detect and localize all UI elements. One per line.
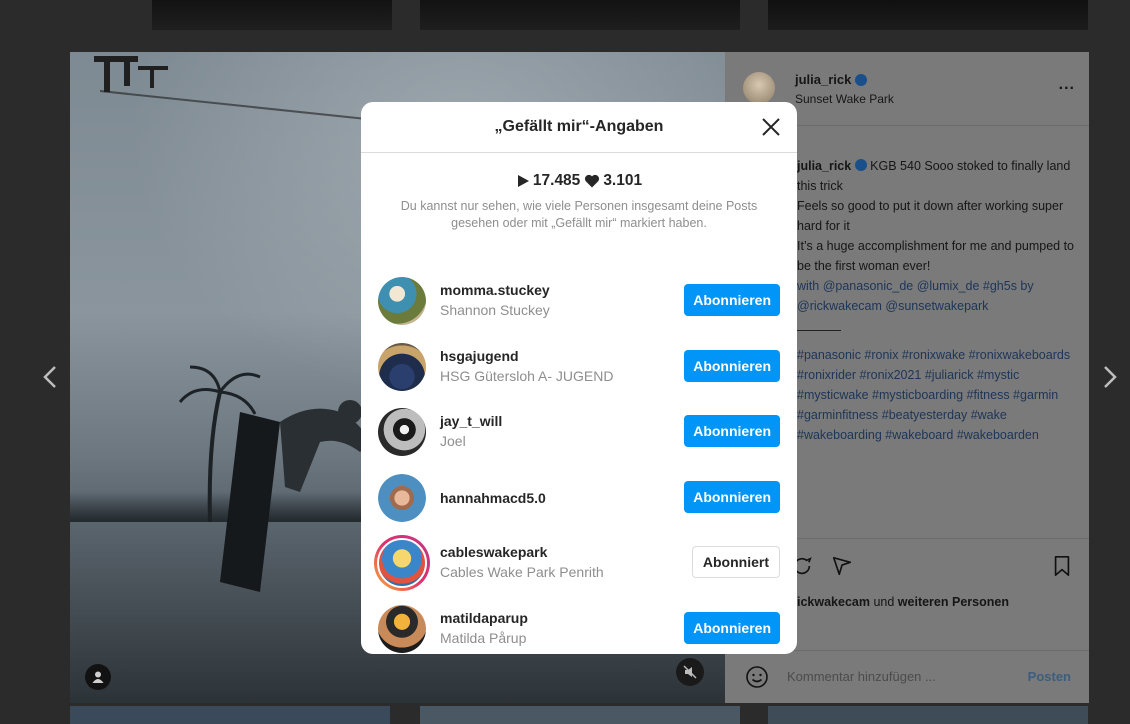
- full-name: Shannon Stuckey: [440, 302, 550, 318]
- follow-button[interactable]: Abonnieren: [684, 611, 780, 644]
- stats-note: Du kannst nur sehen, wie viele Personen …: [400, 199, 758, 230]
- previous-post-button[interactable]: [40, 362, 60, 392]
- list-item: hannahmacd5.0 Abonnieren: [361, 466, 797, 532]
- bookmark-icon[interactable]: [1051, 555, 1073, 577]
- verified-badge-icon: [855, 73, 868, 86]
- grid-thumbnail[interactable]: [152, 0, 392, 30]
- list-item: hsgajugend HSG Gütersloh A- JUGEND Abonn…: [361, 335, 797, 401]
- avatar[interactable]: [378, 277, 426, 325]
- views-stat: 17.485: [516, 172, 580, 190]
- avatar[interactable]: [378, 342, 426, 391]
- caption-divider: [797, 330, 841, 331]
- author-username[interactable]: julia_rick: [795, 72, 868, 87]
- follow-button[interactable]: Abonnieren: [684, 284, 780, 316]
- avatar-story-ring[interactable]: [374, 535, 430, 591]
- likes-stat: 3.101: [584, 172, 642, 190]
- comment-input[interactable]: Kommentar hinzufügen ...: [787, 669, 936, 684]
- grid-thumbnail[interactable]: [420, 706, 740, 724]
- post-location[interactable]: Sunset Wake Park: [795, 92, 894, 106]
- following-button[interactable]: Abonniert: [691, 546, 780, 578]
- comment-bar: Kommentar hinzufügen ... Posten: [725, 650, 1089, 703]
- likes-user-list: momma.stuckey Shannon Stuckey Abonnieren…: [361, 269, 797, 654]
- username[interactable]: hsgajugend: [440, 348, 519, 364]
- likes-first-user[interactable]: ickwakecam: [797, 595, 870, 609]
- caption-hashtags[interactable]: #panasonic #ronix #ronixwake #ronixwakeb…: [797, 348, 1070, 442]
- author-avatar[interactable]: [743, 72, 775, 104]
- avatar[interactable]: [378, 473, 426, 522]
- likes-count: 3.101: [603, 172, 643, 189]
- follow-button[interactable]: Abonnieren: [684, 349, 780, 382]
- views-count: 17.485: [532, 172, 581, 189]
- avatar[interactable]: [378, 408, 426, 456]
- likes-dialog: „Gefällt mir“-Angaben 17.485 3.101 Du ka…: [361, 102, 797, 654]
- grid-thumbnail[interactable]: [70, 706, 390, 724]
- wakeboard-rider: [220, 400, 370, 592]
- username[interactable]: jay_t_will: [440, 413, 502, 429]
- list-item: matildaparup Matilda Pårup Abonnieren: [361, 597, 797, 655]
- grid-thumbnail[interactable]: [768, 0, 1088, 30]
- follow-button[interactable]: Abonnieren: [684, 480, 780, 513]
- list-item: cableswakepark Cables Wake Park Penrith …: [361, 531, 797, 597]
- action-icons: [791, 555, 853, 577]
- username[interactable]: cableswakepark: [440, 544, 547, 560]
- username[interactable]: hannahmacd5.0: [440, 490, 546, 506]
- caption-username[interactable]: julia_rick: [797, 159, 851, 173]
- heart-icon: [585, 174, 600, 188]
- play-icon: [517, 175, 529, 187]
- post-caption: julia_rick KGB 540 Sooo stoked to finall…: [797, 156, 1079, 445]
- likes-connector: und: [869, 595, 898, 609]
- tagged-users-button[interactable]: [85, 664, 111, 690]
- user-icon: [92, 671, 104, 683]
- author-username-text[interactable]: julia_rick: [795, 72, 851, 87]
- caption-line: It’s a huge accomplishment for me and pu…: [797, 239, 1075, 273]
- username[interactable]: matildaparup: [440, 610, 528, 626]
- list-item: momma.stuckey Shannon Stuckey Abonnieren: [361, 269, 797, 335]
- full-name: HSG Gütersloh A- JUGEND: [440, 367, 614, 384]
- follow-button[interactable]: Abonnieren: [684, 415, 780, 447]
- verified-badge-icon: [854, 159, 867, 171]
- full-name: Joel: [440, 433, 466, 449]
- next-post-button[interactable]: [1100, 362, 1120, 392]
- likes-others[interactable]: weiteren Personen: [898, 595, 1009, 609]
- mute-button[interactable]: [676, 658, 704, 686]
- emoji-icon[interactable]: [745, 665, 769, 689]
- dialog-header: „Gefällt mir“-Angaben: [361, 102, 797, 153]
- view-like-stats: 17.485 3.101: [361, 172, 797, 190]
- post-comment-button[interactable]: Posten: [1028, 669, 1071, 684]
- share-icon[interactable]: [831, 555, 853, 577]
- caption-line: Feels so good to put it down after worki…: [797, 199, 1064, 233]
- likes-summary[interactable]: ickwakecam und weiteren Personen: [797, 595, 1009, 609]
- caption-line[interactable]: with @panasonic_de @lumix_de #gh5s by @r…: [797, 279, 1034, 313]
- caption-line: KGB 540: [870, 159, 921, 173]
- avatar[interactable]: [378, 604, 426, 653]
- grid-thumbnail[interactable]: [420, 0, 740, 30]
- grid-thumbnail[interactable]: [768, 706, 1088, 724]
- more-options-icon[interactable]: ...: [1059, 76, 1075, 94]
- dialog-title: „Gefällt mir“-Angaben: [494, 118, 664, 135]
- chevron-left-icon: [43, 366, 56, 388]
- close-icon[interactable]: [759, 115, 783, 139]
- chevron-right-icon: [1104, 366, 1117, 388]
- list-item: jay_t_will Joel Abonnieren: [361, 400, 797, 466]
- speaker-muted-icon: [683, 665, 697, 679]
- full-name: Cables Wake Park Penrith: [440, 564, 604, 580]
- username[interactable]: momma.stuckey: [440, 282, 550, 298]
- full-name: Matilda Pårup: [440, 629, 527, 646]
- avatar: [377, 538, 427, 588]
